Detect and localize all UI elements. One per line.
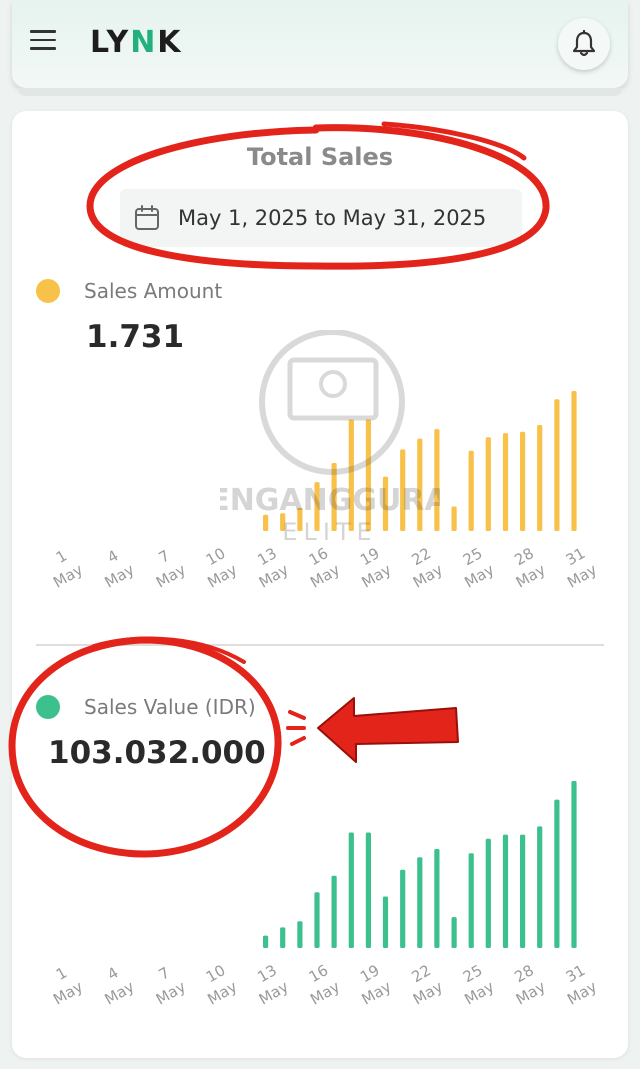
bar-day-29[interactable] bbox=[537, 425, 543, 531]
bar-day-14[interactable] bbox=[280, 927, 286, 948]
bar-day-17[interactable] bbox=[331, 463, 337, 531]
sales-value-total: 103.032.000 bbox=[48, 735, 266, 771]
notification-button[interactable] bbox=[558, 18, 610, 70]
x-tick-month: May bbox=[50, 977, 86, 1008]
sales-amount-dot bbox=[36, 279, 60, 303]
x-tick-label: 25May bbox=[460, 961, 497, 1008]
bar-day-21[interactable] bbox=[400, 449, 406, 531]
bar-day-25[interactable] bbox=[468, 853, 474, 948]
sales-amount-legend: Sales Amount bbox=[36, 279, 222, 303]
sales-value-label: Sales Value (IDR) bbox=[84, 695, 256, 719]
bar-day-25[interactable] bbox=[468, 450, 474, 531]
card-title: Total Sales bbox=[246, 143, 394, 171]
x-tick-label: 1May bbox=[50, 963, 86, 1008]
x-tick-month: May bbox=[102, 977, 138, 1008]
bar-day-14[interactable] bbox=[280, 513, 286, 531]
logo-letter: K bbox=[157, 24, 183, 60]
hamburger-menu-icon[interactable] bbox=[30, 30, 56, 52]
x-tick-label: 7May bbox=[153, 546, 189, 591]
x-tick-label: 16May bbox=[306, 961, 343, 1008]
bar-day-18[interactable] bbox=[348, 419, 354, 532]
x-tick-label: 10May bbox=[203, 544, 240, 591]
bar-day-19[interactable] bbox=[365, 832, 371, 949]
bar-day-15[interactable] bbox=[297, 507, 303, 531]
x-tick-label: 4May bbox=[102, 546, 138, 591]
bar-day-31[interactable] bbox=[571, 781, 577, 948]
date-range-text: May 1, 2025 to May 31, 2025 bbox=[178, 206, 487, 230]
x-tick-label: 7May bbox=[153, 963, 189, 1008]
bar-day-30[interactable] bbox=[554, 399, 560, 531]
x-tick-label: 1May bbox=[50, 546, 86, 591]
bar-day-31[interactable] bbox=[571, 391, 577, 531]
bar-day-20[interactable] bbox=[382, 476, 389, 531]
bell-icon bbox=[572, 30, 596, 57]
x-tick-label: 25May bbox=[460, 544, 497, 591]
sales-amount-total: 1.731 bbox=[86, 319, 185, 355]
x-tick-day: 1 bbox=[53, 963, 70, 983]
calendar-icon bbox=[135, 205, 159, 230]
bar-day-22[interactable] bbox=[417, 438, 423, 531]
bar-day-24[interactable] bbox=[451, 917, 457, 948]
x-tick-label: 16May bbox=[306, 544, 343, 591]
bar-day-19[interactable] bbox=[365, 419, 371, 532]
x-tick-label: 31May bbox=[563, 544, 600, 591]
sales-amount-label: Sales Amount bbox=[84, 279, 223, 303]
bar-day-27[interactable] bbox=[502, 433, 509, 531]
bar-day-21[interactable] bbox=[400, 869, 406, 948]
app-logo[interactable]: LYNK bbox=[90, 22, 183, 62]
bar-day-23[interactable] bbox=[434, 429, 440, 531]
bar-day-24[interactable] bbox=[451, 506, 457, 532]
x-tick-label: 19May bbox=[357, 544, 394, 591]
x-tick-month: May bbox=[153, 977, 189, 1008]
bar-day-26[interactable] bbox=[485, 838, 491, 948]
bar-day-22[interactable] bbox=[417, 857, 423, 948]
bar-day-28[interactable] bbox=[520, 834, 526, 948]
bar-day-13[interactable] bbox=[263, 935, 269, 948]
bar-day-15[interactable] bbox=[297, 921, 303, 948]
x-tick-label: 13May bbox=[254, 544, 291, 591]
x-tick-day: 7 bbox=[156, 963, 173, 983]
x-tick-day: 1 bbox=[53, 546, 70, 566]
bar-day-23[interactable] bbox=[434, 849, 440, 948]
x-tick-label: 10May bbox=[203, 961, 240, 1008]
x-tick-label: 13May bbox=[254, 961, 291, 1008]
x-tick-day: 7 bbox=[156, 546, 173, 566]
x-tick-month: May bbox=[50, 560, 86, 591]
header-shadow bbox=[18, 88, 622, 96]
x-tick-label: 22May bbox=[409, 544, 446, 591]
x-tick-label: 31May bbox=[563, 961, 600, 1008]
bar-day-17[interactable] bbox=[331, 875, 337, 948]
x-tick-month: May bbox=[153, 560, 189, 591]
x-tick-label: 19May bbox=[357, 961, 394, 1008]
app-header: LYNK bbox=[12, 0, 628, 88]
bar-day-28[interactable] bbox=[520, 431, 526, 531]
logo-letter: Y bbox=[106, 24, 131, 60]
x-tick-label: 28May bbox=[511, 544, 548, 591]
logo-letter: N bbox=[130, 24, 158, 60]
x-tick-day: 4 bbox=[104, 963, 121, 983]
bar-day-16[interactable] bbox=[314, 482, 320, 531]
bar-day-26[interactable] bbox=[485, 437, 491, 531]
sales-value-dot bbox=[36, 695, 60, 719]
sales-value-chart: 1May4May7May10May13May16May19May22May25M… bbox=[50, 781, 600, 1009]
x-tick-label: 22May bbox=[409, 961, 446, 1008]
x-tick-label: 4May bbox=[102, 963, 138, 1008]
bar-day-20[interactable] bbox=[382, 896, 389, 949]
x-tick-label: 28May bbox=[511, 961, 548, 1008]
bar-day-30[interactable] bbox=[554, 799, 560, 948]
bar-day-18[interactable] bbox=[348, 832, 354, 949]
date-range-picker[interactable]: May 1, 2025 to May 31, 2025 bbox=[120, 189, 522, 247]
logo-letter: L bbox=[90, 24, 107, 60]
bar-day-13[interactable] bbox=[263, 514, 269, 531]
bar-day-27[interactable] bbox=[502, 834, 509, 948]
total-sales-card: Total Sales May 1, 2025 to May 31, 2025 … bbox=[12, 111, 628, 1058]
section-divider bbox=[36, 644, 604, 646]
bar-day-16[interactable] bbox=[314, 892, 320, 948]
x-tick-day: 4 bbox=[104, 546, 121, 566]
sales-amount-chart: 1May4May7May10May13May16May19May22May25M… bbox=[50, 391, 600, 592]
bar-day-29[interactable] bbox=[537, 826, 543, 948]
sales-value-legend: Sales Value (IDR) bbox=[36, 695, 256, 719]
x-tick-month: May bbox=[102, 560, 138, 591]
logo-text: LYNK bbox=[90, 25, 183, 60]
